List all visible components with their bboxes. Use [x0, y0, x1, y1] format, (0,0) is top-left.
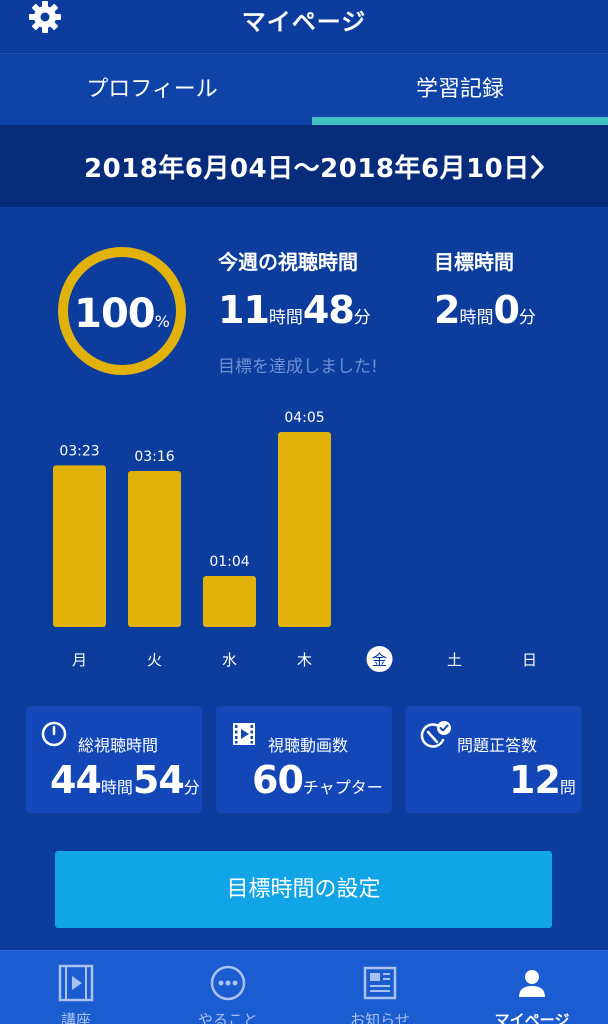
video-icon — [233, 723, 255, 745]
chart-bar-3 — [278, 432, 331, 627]
nav-item-courses[interactable]: 講座 — [0, 951, 152, 1024]
page-title: マイページ — [241, 8, 367, 36]
progress-ring: 100% — [58, 247, 186, 375]
total-watch-label: 総視聴時間 — [78, 736, 159, 755]
active-tab-indicator — [312, 117, 608, 125]
chart-value-label-1: 03:16 — [134, 449, 174, 465]
correct-answers-label: 問題正答数 — [457, 736, 538, 755]
chart-bar-0 — [53, 465, 106, 627]
nav-item-news[interactable]: お知らせ — [304, 951, 456, 1024]
videos-watched-value: 60チャプター — [252, 758, 383, 802]
total-watch-value: 44時間54分 — [50, 758, 200, 802]
news-icon — [363, 966, 397, 1000]
date-range-selector[interactable]: 2018年6月04日〜2018年6月10日 — [0, 125, 608, 207]
videos-watched-label: 視聴動画数 — [268, 736, 349, 755]
tab-learning-record[interactable]: 学習記録 — [312, 55, 608, 125]
chart-value-label-3: 04:05 — [284, 410, 324, 426]
videos-watched-card: 視聴動画数 60チャプター — [216, 706, 392, 813]
chart-category-label-2: 水 — [222, 651, 237, 669]
nav-label-news: お知らせ — [350, 1011, 410, 1024]
dots-icon — [210, 965, 246, 1001]
date-range-label: 2018年6月04日〜2018年6月10日 — [84, 154, 530, 184]
set-goal-time-button[interactable]: 目標時間の設定 — [55, 851, 552, 928]
nav-label-mypage: マイページ — [494, 1011, 570, 1024]
film-icon — [58, 964, 94, 1002]
chart-value-label-0: 03:23 — [59, 443, 99, 459]
checkmark-badge-icon — [420, 721, 451, 748]
chart-bar-1 — [128, 471, 181, 627]
nav-item-mypage[interactable]: マイページ — [456, 951, 608, 1024]
person-icon — [519, 970, 545, 997]
clock-icon — [41, 721, 67, 747]
weekly-bar-chart: 03:23 月 03:16 火 01:04 水 04:05 木 金 土 日 — [0, 395, 608, 685]
goal-time-value: 2時間0分 — [434, 288, 536, 332]
progress-percent: 100% — [74, 291, 170, 337]
chart-bar-2 — [203, 576, 256, 627]
correct-answers-card: 問題正答数 12問 — [405, 706, 581, 813]
weekly-bar-chart-svg: 03:23 月 03:16 火 01:04 水 04:05 木 金 土 日 — [53, 410, 537, 672]
nav-label-courses: 講座 — [60, 1011, 91, 1024]
weekly-watch-label: 今週の視聴時間 — [218, 250, 358, 274]
chart-category-label-0: 月 — [72, 651, 87, 669]
top-bar: マイページ — [0, 0, 608, 54]
bottom-navigation: 講座 やること お知らせ マイページ — [0, 950, 608, 1024]
nav-item-todo[interactable]: やること — [152, 951, 304, 1024]
chart-category-label-3: 木 — [297, 651, 312, 669]
chart-category-label-4: 金 — [372, 651, 387, 669]
chart-category-label-1: 火 — [147, 651, 162, 669]
tab-bar: プロフィール 学習記録 — [0, 55, 608, 125]
chart-category-label-5: 土 — [447, 651, 462, 669]
chart-value-label-2: 01:04 — [209, 554, 249, 570]
nav-label-todo: やること — [197, 1011, 258, 1024]
achievement-message: 目標を達成しました! — [218, 357, 378, 377]
weekly-watch-value: 11時間48分 — [218, 288, 371, 332]
goal-time-label: 目標時間 — [434, 250, 514, 274]
chart-category-label-6: 日 — [522, 651, 537, 669]
total-watch-card: 総視聴時間 44時間54分 — [26, 706, 202, 813]
chevron-right-icon[interactable] — [528, 154, 548, 180]
correct-answers-value: 12問 — [509, 758, 576, 802]
tab-profile[interactable]: プロフィール — [0, 55, 304, 125]
